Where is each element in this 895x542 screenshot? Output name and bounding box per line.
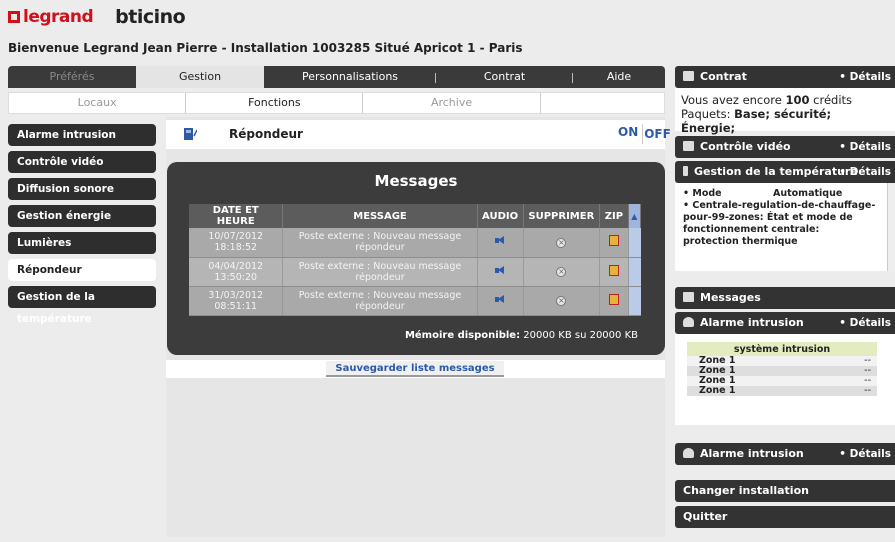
alarme-details-link[interactable]: • Détails [839,312,891,334]
row-delete[interactable]: × [523,257,601,287]
answering-machine-icon [184,128,197,140]
row-audio[interactable] [477,286,524,316]
col-message: MESSAGE [282,204,478,228]
col-zip: ZIP [599,204,629,228]
lock-icon [683,448,694,458]
zip-icon[interactable] [608,235,619,247]
save-area: Sauvegarder liste messages [166,360,665,378]
delete-icon[interactable]: × [556,296,567,306]
zip-icon[interactable] [608,264,619,276]
repondeur-title: Répondeur [229,127,303,141]
row-delete[interactable]: × [523,228,601,258]
menu-alarme-intrusion[interactable]: Alarme intrusion [8,124,156,146]
temp-scrollbar[interactable] [887,183,895,271]
subtab-locaux[interactable]: Locaux [9,93,187,113]
envelope-icon [683,292,694,302]
messages-panel: Messages DATE ET HEURE MESSAGE AUDIO SUP… [167,162,665,355]
menu-diffusion-sonore[interactable]: Diffusion sonore [8,178,156,200]
on-button[interactable]: ON [618,125,638,139]
table-row: 31/03/2012 08:51:11 Poste externe : Nouve… [189,286,641,316]
tab-gestion[interactable]: Gestion [136,66,264,88]
function-menu: Alarme intrusion Contrôle vidéo Diffusio… [8,124,156,325]
camera-icon [683,141,694,151]
row-message: Poste externe : Nouveau message répondeu… [282,286,478,316]
temp-details-link[interactable]: • Détails [839,161,891,183]
alarme-body: système intrusion Zone 1 -- Zone 1 -- Zone… [675,334,895,425]
row-zip[interactable] [599,286,629,316]
subtab-fonctions[interactable]: Fonctions [186,93,364,113]
menu-gestion-energie[interactable]: Gestion énergie [8,205,156,227]
legrand-logo: legrand [8,7,94,27]
tab-preferes[interactable]: Préférés [8,66,136,88]
welcome-text: Bienvenue Legrand Jean Pierre - Installa… [8,41,523,55]
contrat-body: Vous avez encore 100 crédits Paquets: Ba… [675,88,895,135]
alarm-zone-table: système intrusion Zone 1 -- Zone 1 -- Zone… [687,342,877,396]
tab-contrat[interactable]: Contrat [436,66,573,88]
delete-icon[interactable]: × [556,237,567,248]
row-datetime: 31/03/2012 08:51:11 [189,286,284,316]
zone-row: Zone 1 -- [687,386,877,396]
scrollbar-track[interactable] [628,257,641,287]
menu-lumieres[interactable]: Lumières [8,232,156,254]
lock-icon [683,317,694,327]
repondeur-header: Répondeur ON OFF [166,120,671,149]
subtab-archive[interactable]: Archive [363,93,541,113]
subtab-empty [541,93,664,113]
content-area: Répondeur ON OFF Messages DATE ET HEURE … [166,117,671,537]
speaker-icon[interactable] [495,294,505,304]
bticino-logo: bticino [115,6,186,28]
alarme2-details-link[interactable]: • Détails [839,443,891,465]
alarme-header[interactable]: Alarme intrusion • Détails [675,312,895,334]
row-zip[interactable] [599,228,629,258]
messages-table: DATE ET HEURE MESSAGE AUDIO SUPPRIMER ZI… [189,204,642,316]
off-button[interactable]: OFF [642,124,672,144]
quitter-button[interactable]: Quitter [675,506,895,528]
alarme2-header[interactable]: Alarme intrusion • Détails [675,443,895,465]
table-row: 10/07/2012 18:18:52 Poste externe : Nouve… [189,228,641,258]
changer-installation-button[interactable]: Changer installation [675,480,895,502]
tab-personnalisations[interactable]: Personnalisations [264,66,436,88]
sub-tabs: Locaux Fonctions Archive [8,92,665,114]
row-delete[interactable]: × [523,286,601,316]
menu-controle-video[interactable]: Contrôle vidéo [8,151,156,173]
right-sidebar: Contrat • Détails Vous avez encore 100 c… [675,66,895,528]
video-details-link[interactable]: • Détails [839,136,891,158]
delete-icon[interactable]: × [556,267,567,277]
row-zip[interactable] [599,257,629,287]
row-message: Poste externe : Nouveau message répondeu… [282,228,478,258]
main-tabs: Préférés Gestion Personnalisations Contr… [8,66,665,88]
zip-icon[interactable] [608,293,619,305]
row-message: Poste externe : Nouveau message répondeu… [282,257,478,287]
table-row: 04/04/2012 13:50:20 Poste externe : Nouve… [189,257,641,287]
save-messages-button[interactable]: Sauvegarder liste messages [326,361,504,377]
contrat-header[interactable]: Contrat • Détails [675,66,895,88]
gestion-temp-body: • Mode Automatique • Centrale-regulation-… [675,183,895,271]
contract-icon [683,71,694,81]
messages-title: Messages [374,172,458,190]
brand-logos: legrand bticino [8,6,186,28]
thermometer-icon [683,166,688,176]
scrollbar-track[interactable] [628,228,641,258]
messages-header[interactable]: Messages [675,287,895,309]
scrollbar-track[interactable] [628,286,641,316]
row-audio[interactable] [477,228,524,258]
row-datetime: 04/04/2012 13:50:20 [189,257,284,287]
controle-video-header[interactable]: Contrôle vidéo • Détails [675,136,895,158]
gestion-temp-header[interactable]: Gestion de la température • Détails [675,161,895,183]
col-audio: AUDIO [477,204,524,228]
row-audio[interactable] [477,257,524,287]
col-supprimer: SUPPRIMER [523,204,601,228]
row-datetime: 10/07/2012 18:18:52 [189,228,284,258]
memory-status: Mémoire disponible: 20000 KB su 20000 KB [404,330,638,341]
menu-repondeur[interactable]: Répondeur [8,259,156,281]
speaker-icon[interactable] [495,236,505,245]
contrat-details-link[interactable]: • Détails [839,66,891,88]
speaker-icon[interactable] [495,265,505,275]
tab-aide[interactable]: Aide [573,66,665,88]
col-date: DATE ET HEURE [189,204,284,228]
scroll-up-icon[interactable]: ▲ [628,204,642,228]
menu-gestion-temperature[interactable]: Gestion de la température [8,286,156,325]
